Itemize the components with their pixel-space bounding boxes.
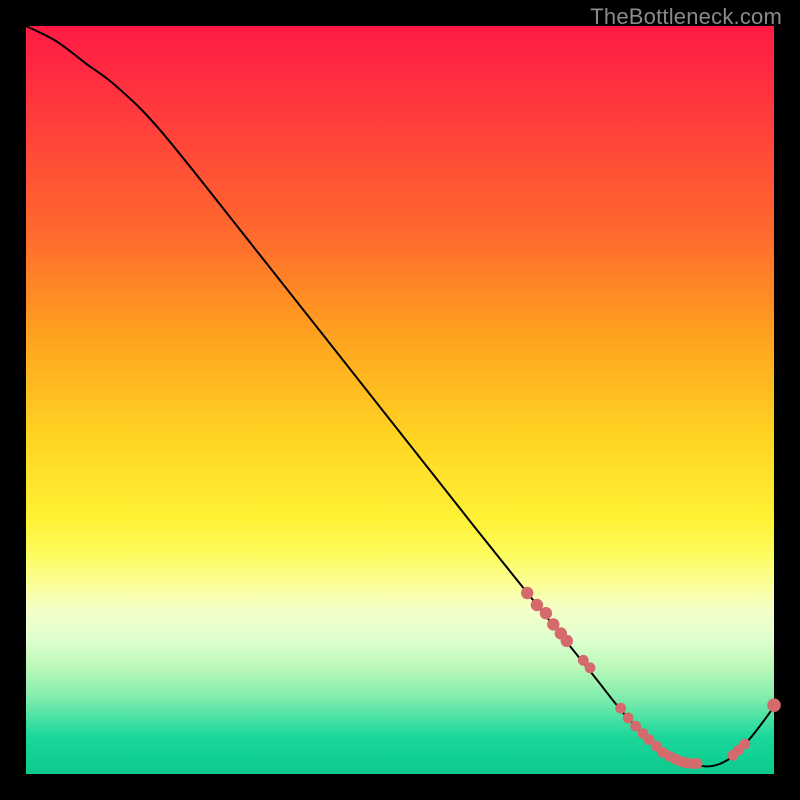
chart-stage: TheBottleneck.com [0, 0, 800, 800]
highlight-dot [739, 739, 750, 750]
highlight-dot [585, 662, 596, 673]
highlight-dot [767, 698, 781, 712]
watermark-text: TheBottleneck.com [590, 4, 782, 30]
highlight-dot [540, 607, 552, 619]
highlight-dot [692, 758, 703, 769]
highlight-dot [623, 713, 634, 724]
highlight-dot [561, 635, 573, 647]
plot-area [26, 26, 774, 774]
highlight-dot [521, 587, 533, 599]
bottleneck-curve [26, 26, 774, 767]
chart-svg [26, 26, 774, 774]
highlight-dot [615, 703, 626, 714]
highlight-dots [521, 587, 781, 769]
